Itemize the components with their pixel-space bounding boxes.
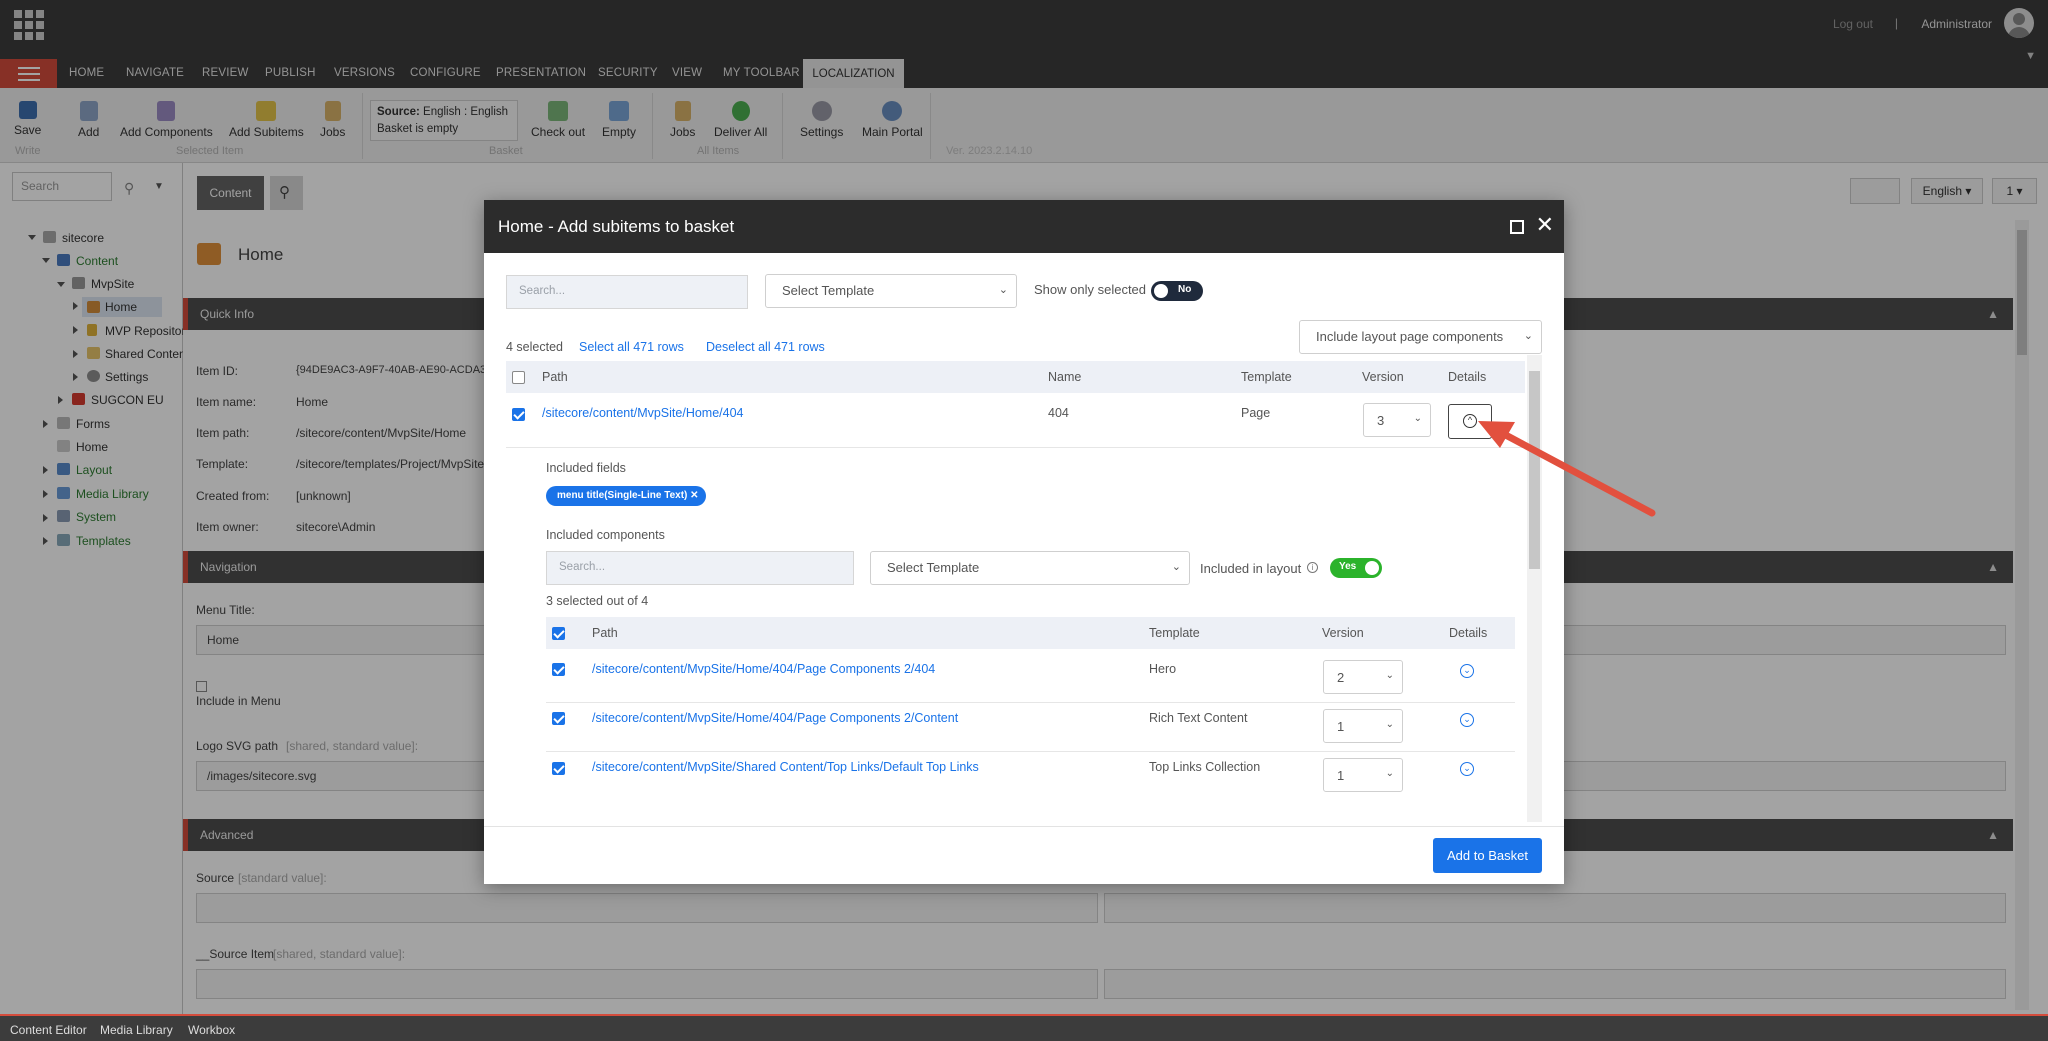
component-path-link[interactable]: /sitecore/content/MvpSite/Shared Content…: [592, 760, 979, 774]
deselect-all-link[interactable]: Deselect all 471 rows: [706, 340, 825, 354]
search-input[interactable]: Search...: [506, 275, 748, 309]
show-only-selected-toggle[interactable]: No: [1151, 281, 1203, 301]
tab-workbox[interactable]: Workbox: [188, 1023, 235, 1037]
dialog-title: Home - Add subitems to basket: [484, 200, 1564, 253]
component-path-link[interactable]: /sitecore/content/MvpSite/Home/404/Page …: [592, 711, 958, 725]
chevron-down-icon: ⌄: [1385, 768, 1394, 779]
component-checkbox[interactable]: [552, 762, 565, 775]
template-select[interactable]: Select Template ⌄: [765, 274, 1017, 308]
chevron-down-icon: ⌄: [1385, 719, 1394, 730]
details-toggle-button[interactable]: ^: [1448, 404, 1492, 439]
row-path-link[interactable]: /sitecore/content/MvpSite/Home/404: [542, 406, 744, 420]
show-only-selected-label: Show only selected: [1034, 282, 1147, 297]
component-checkbox[interactable]: [552, 712, 565, 725]
info-icon[interactable]: i: [1307, 562, 1318, 573]
component-template: Hero: [1149, 662, 1177, 676]
select-all-components-checkbox[interactable]: [552, 627, 565, 640]
status-bar: Content Editor Media Library Workbox: [0, 1014, 2048, 1041]
component-search-input[interactable]: Search...: [546, 551, 854, 585]
chevron-down-icon: ⌄: [1413, 413, 1422, 424]
layout-components-select[interactable]: Include layout page components ⌄: [1299, 320, 1542, 354]
component-version-select[interactable]: 1 ⌄: [1323, 709, 1403, 743]
component-template-select[interactable]: Select Template ⌄: [870, 551, 1190, 585]
chevron-down-icon: ⌄: [998, 284, 1008, 296]
row-template: Page: [1241, 406, 1271, 420]
included-in-layout-label: Included in layout: [1200, 561, 1302, 576]
row-name: 404: [1048, 406, 1069, 420]
row-version-select[interactable]: 3 ⌄: [1363, 403, 1431, 437]
chevron-down-icon: ⌄: [1385, 670, 1394, 681]
component-checkbox[interactable]: [552, 663, 565, 676]
remove-tag-icon[interactable]: ✕: [690, 490, 698, 501]
maximize-icon[interactable]: [1510, 220, 1524, 234]
chevron-up-icon: ^: [1463, 414, 1477, 428]
selected-count: 4 selected: [506, 340, 563, 354]
included-fields-heading: Included fields: [546, 461, 626, 475]
close-icon[interactable]: ✕: [1536, 212, 1554, 238]
expand-details-icon[interactable]: ⌄: [1460, 762, 1474, 776]
included-components-heading: Included components: [546, 528, 665, 542]
components-table-header: [546, 617, 1515, 649]
expand-details-icon[interactable]: ⌄: [1460, 713, 1474, 727]
add-to-basket-button[interactable]: Add to Basket: [1433, 838, 1542, 873]
dialog-scrollbar[interactable]: [1527, 355, 1542, 822]
chevron-down-icon: ⌄: [1523, 330, 1533, 342]
tab-media-library[interactable]: Media Library: [100, 1023, 173, 1037]
select-all-link[interactable]: Select all 471 rows: [579, 340, 684, 354]
tab-content-editor[interactable]: Content Editor: [10, 1023, 87, 1037]
expand-details-icon[interactable]: ⌄: [1460, 664, 1474, 678]
components-selected-count: 3 selected out of 4: [546, 594, 649, 608]
component-path-link[interactable]: /sitecore/content/MvpSite/Home/404/Page …: [592, 662, 935, 676]
row-checkbox[interactable]: [512, 408, 525, 421]
field-tag[interactable]: menu title(Single-Line Text) ✕: [546, 486, 706, 506]
chevron-down-icon: ⌄: [1171, 561, 1181, 573]
component-template: Rich Text Content: [1149, 711, 1248, 725]
select-all-checkbox[interactable]: [512, 371, 525, 384]
component-version-select[interactable]: 2 ⌄: [1323, 660, 1403, 694]
component-version-select[interactable]: 1 ⌄: [1323, 758, 1403, 792]
included-in-layout-toggle[interactable]: Yes: [1330, 558, 1382, 578]
component-template: Top Links Collection: [1149, 760, 1261, 774]
